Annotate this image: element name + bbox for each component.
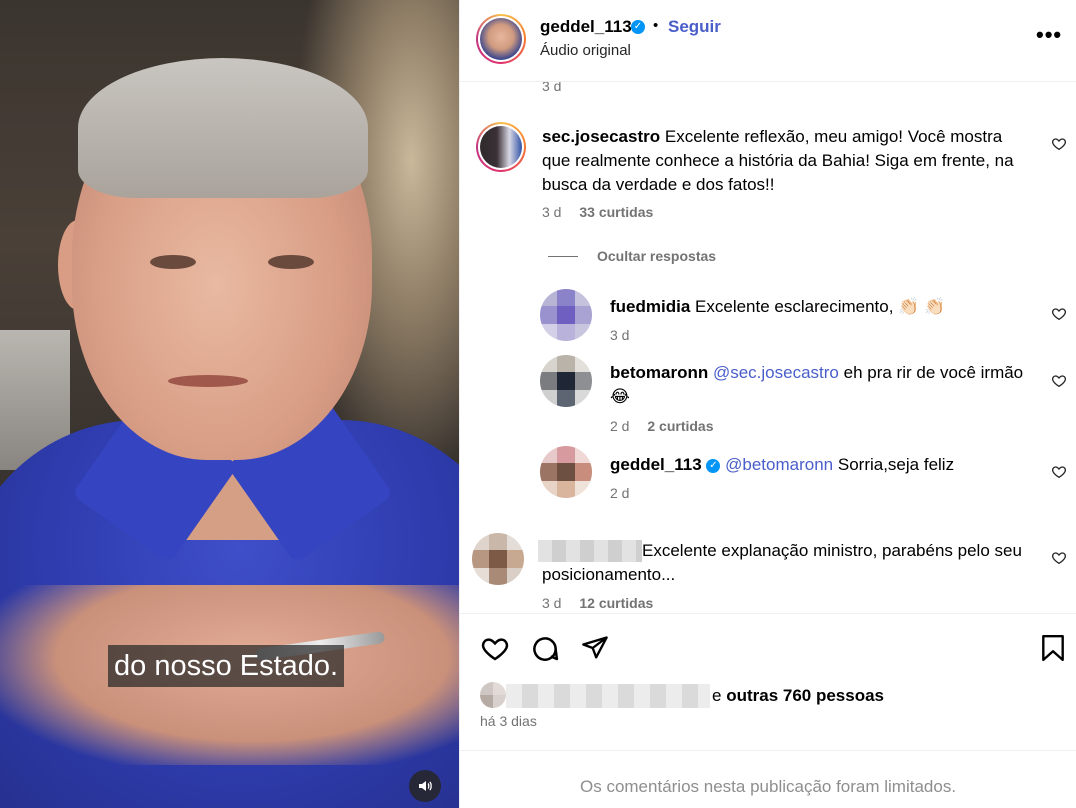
comment-time: 3 d [542, 204, 562, 220]
blurred-liker-name[interactable] [506, 684, 710, 708]
likes-summary[interactable]: e outras 760 pessoas [712, 686, 884, 706]
comment-time: 3 d [542, 595, 562, 611]
reply-text: Excelente esclarecimento, 👏🏻 👏🏻 [695, 297, 946, 316]
comment-text: Excelente explanação ministro, parabéns … [542, 541, 1022, 584]
reply-likes[interactable]: 2 curtidas [647, 418, 713, 434]
comment-body: Excelente explanação ministro, parabéns … [542, 539, 1042, 587]
like-reply-heart-icon[interactable] [1051, 306, 1067, 322]
reply-username[interactable]: geddel_113 [610, 455, 702, 474]
reply-username[interactable]: fuedmidia [610, 297, 690, 316]
follow-button[interactable]: Seguir [668, 17, 721, 37]
comments-limited-notice: Os comentários nesta publicação foram li… [460, 750, 1076, 808]
comments-panel: geddel_113 ✓ • Seguir Áudio original •••… [459, 0, 1076, 808]
post-time: há 3 dias [480, 713, 537, 729]
like-comment-heart-icon[interactable] [1051, 550, 1067, 566]
audio-link[interactable]: Áudio original [540, 42, 631, 59]
verified-badge-icon: ✓ [631, 20, 645, 34]
comment-avatar[interactable] [472, 533, 524, 585]
like-comment-heart-icon[interactable] [1051, 136, 1067, 152]
comment-time: 3 d [542, 82, 562, 94]
liker-avatar[interactable] [480, 682, 506, 708]
reply-avatar[interactable] [540, 446, 592, 498]
post-actions: e outras 760 pessoas há 3 dias [460, 613, 1076, 750]
hide-replies-button[interactable]: Ocultar respostas [597, 248, 716, 264]
post-header: geddel_113 ✓ • Seguir Áudio original ••• [460, 0, 1076, 82]
save-bookmark-icon[interactable] [1040, 634, 1066, 662]
reply-username[interactable]: betomaronn [610, 363, 708, 382]
reply-mention[interactable]: @betomaronn [725, 455, 833, 474]
share-send-icon[interactable] [581, 634, 609, 662]
reply-body: geddel_113 ✓ @betomaronn Sorria,seja fel… [610, 453, 1040, 477]
post-video[interactable]: do nosso Estado. [0, 0, 459, 808]
like-reply-heart-icon[interactable] [1051, 373, 1067, 389]
more-options-icon[interactable]: ••• [1036, 22, 1062, 48]
post-viewer: do nosso Estado. geddel_113 ✓ • Seguir Á… [0, 0, 1076, 808]
reply-body: betomaronn @sec.josecastro eh pra rir de… [610, 361, 1040, 409]
author-avatar[interactable] [476, 14, 526, 64]
like-reply-heart-icon[interactable] [1051, 464, 1067, 480]
comment-likes[interactable]: 33 curtidas [579, 204, 653, 220]
reply-avatar[interactable] [540, 355, 592, 407]
reply-time: 2 d [610, 485, 630, 501]
like-heart-icon[interactable] [480, 634, 510, 664]
author-username[interactable]: geddel_113 [540, 17, 632, 37]
reply-avatar[interactable] [540, 289, 592, 341]
comment-avatar[interactable] [476, 122, 526, 172]
comment-body: sec.josecastro Excelente reflexão, meu a… [542, 125, 1030, 197]
audio-toggle-button[interactable] [409, 770, 441, 802]
comment-bubble-icon[interactable] [530, 634, 560, 664]
comments-list[interactable]: 3 d sec.josecastro Excelente reflexão, m… [460, 82, 1076, 613]
verified-badge-icon: ✓ [706, 458, 721, 473]
reply-body: fuedmidia Excelente esclarecimento, 👏🏻 👏… [610, 295, 1030, 319]
comment-username[interactable]: sec.josecastro [542, 127, 660, 146]
speaker-icon [419, 781, 432, 791]
reply-time: 3 d [610, 327, 630, 343]
reply-text: Sorria,seja feliz [833, 455, 955, 474]
comment-likes[interactable]: 12 curtidas [579, 595, 653, 611]
reply-time: 2 d [610, 418, 630, 434]
video-subtitle: do nosso Estado. [108, 645, 345, 687]
reply-mention[interactable]: @sec.josecastro [713, 363, 839, 382]
